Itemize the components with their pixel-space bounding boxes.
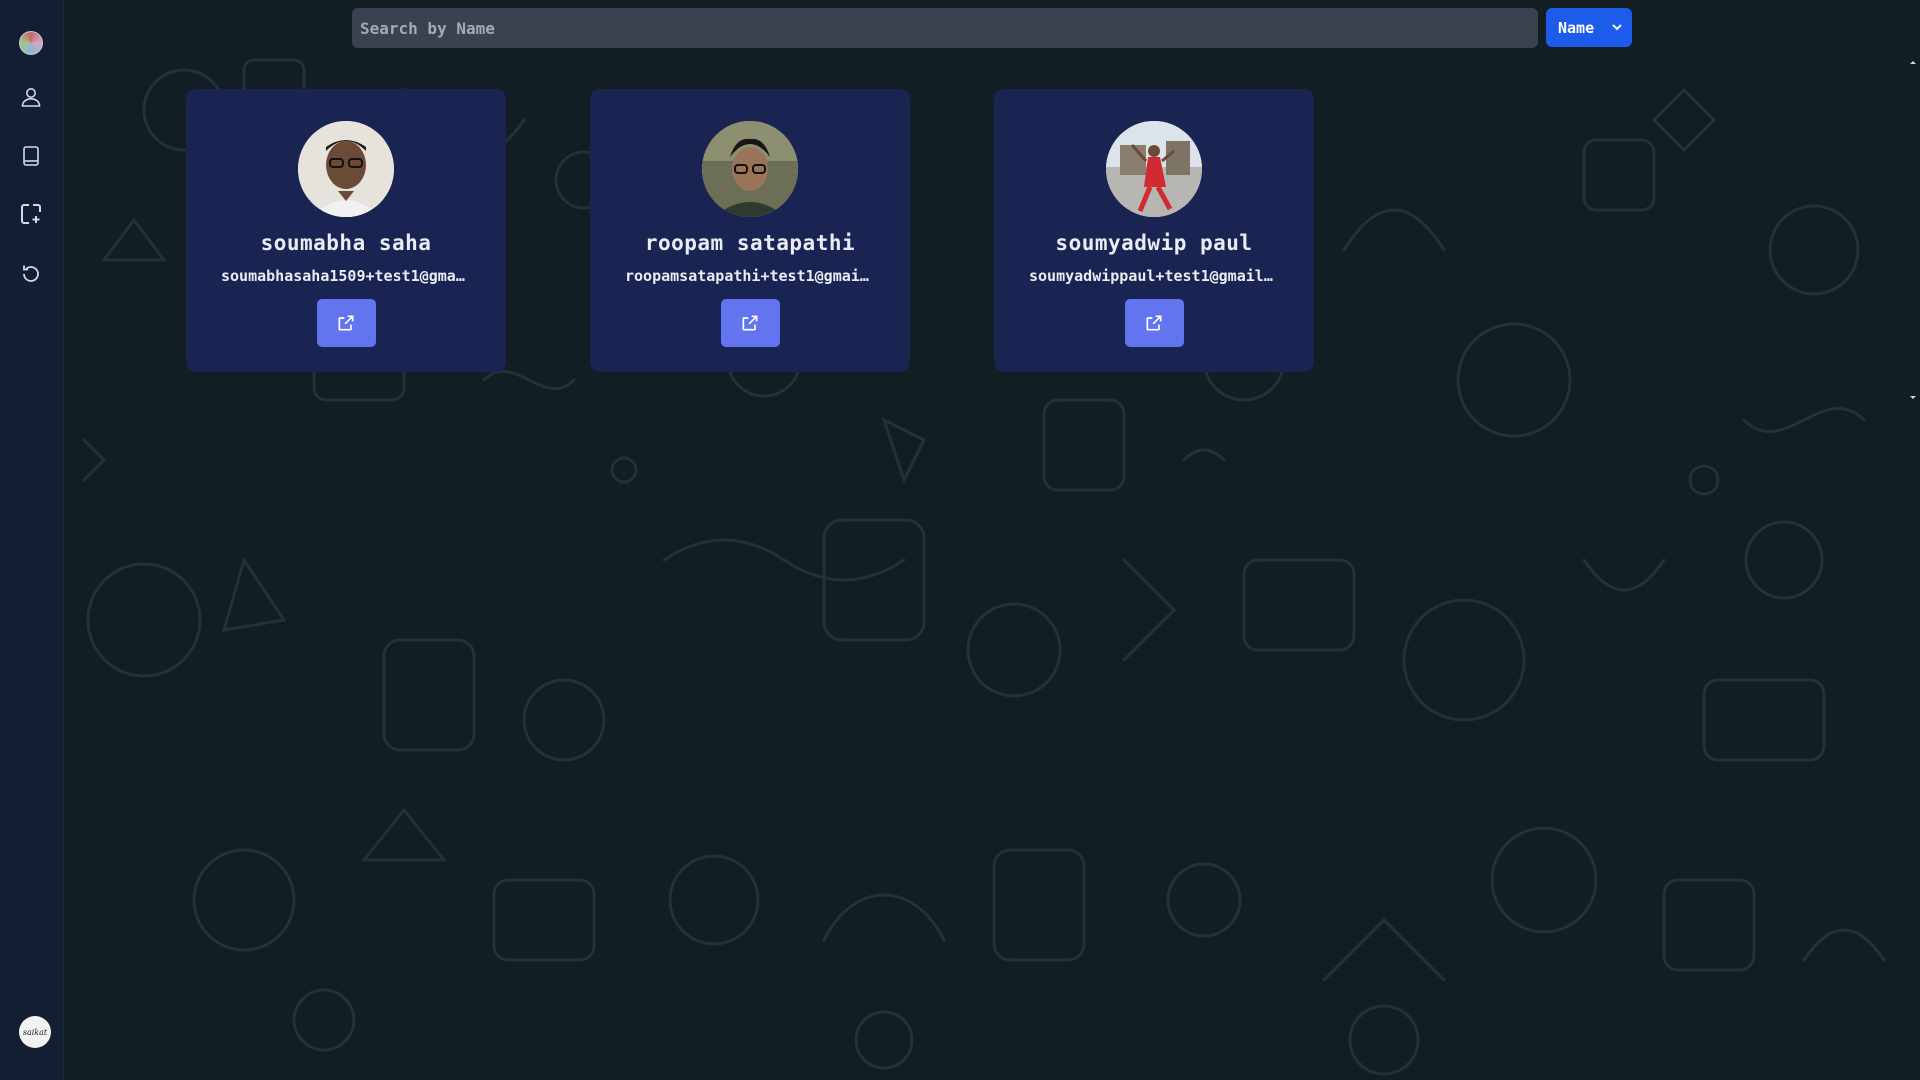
user-card: roopam satapathi roopamsatapathi+test1@g…	[590, 89, 910, 372]
user-card: soumyadwip paul soumyadwippaul+test1@gma…	[994, 89, 1314, 372]
user-name: roopam satapathi	[644, 231, 856, 255]
filter-select-value: Name	[1558, 18, 1595, 37]
bottom-avatar: saikat	[19, 1016, 51, 1048]
user-button[interactable]	[12, 78, 50, 116]
user-email: soumyadwippaul+test1@gmail.com	[1029, 267, 1279, 285]
user-name: soumyadwip paul	[1055, 231, 1253, 255]
user-card: soumabha saha soumabhasaha1509+test1@gma…	[186, 89, 506, 372]
open-profile-button[interactable]	[720, 299, 780, 347]
user-avatar	[298, 121, 394, 217]
chevron-down-icon	[1612, 24, 1622, 31]
user-email: roopamsatapathi+test1@gmail.com	[625, 267, 875, 285]
filter-select[interactable]: Name	[1546, 8, 1632, 47]
scrollbar[interactable]	[1906, 60, 1918, 420]
open-profile-button[interactable]	[1124, 299, 1184, 347]
search-input[interactable]	[360, 18, 1538, 38]
external-link-icon	[1146, 315, 1162, 331]
user-email: soumabhasaha1509+test1@gmail.com	[221, 267, 471, 285]
add-group-button[interactable]	[12, 195, 50, 233]
bottom-avatar-text: saikat	[22, 1027, 48, 1037]
refresh-button[interactable]	[12, 255, 50, 293]
book-icon	[23, 146, 39, 166]
app-root: saikat Name soumabha sah	[0, 0, 1920, 1080]
refresh-icon	[23, 265, 39, 282]
user-icon	[21, 88, 41, 107]
user-name: soumabha saha	[260, 231, 432, 255]
user-avatar	[702, 121, 798, 217]
sidebar: saikat	[0, 0, 64, 1080]
external-link-icon	[742, 315, 758, 331]
avatar-icon	[19, 31, 43, 55]
bottom-avatar-button[interactable]: saikat	[16, 1013, 54, 1051]
add-group-icon	[21, 204, 41, 224]
search-bar	[352, 8, 1538, 48]
profile-avatar-button[interactable]	[12, 24, 50, 62]
open-profile-button[interactable]	[316, 299, 376, 347]
external-link-icon	[338, 315, 354, 331]
book-button[interactable]	[12, 137, 50, 175]
user-avatar	[1106, 121, 1202, 217]
